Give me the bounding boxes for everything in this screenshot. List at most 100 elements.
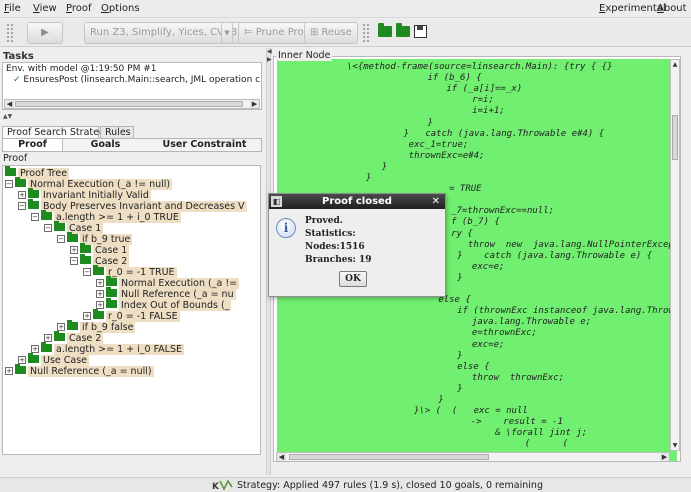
scroll-left-icon[interactable]: ◀ [5,100,14,108]
expand-icon[interactable]: + [70,246,78,254]
folder-icon [15,177,26,187]
menu-view[interactable]: View [33,3,57,14]
tree-node[interactable]: + Null Reference (_a = nu [96,287,236,300]
key-logo-icon: K [212,479,233,491]
code-line: if (thrownExc instanceof java.lang.Throw… [430,306,681,317]
code-hscrollbar[interactable]: ◀ ▶ [276,452,670,461]
tab-user-constraint[interactable]: User Constraint [148,139,261,151]
tree-node[interactable]: + Case 1 [70,243,130,256]
expand-icon[interactable]: + [96,301,104,309]
code-line: } [430,350,463,361]
expand-icon[interactable]: + [18,356,26,364]
scroll-right-icon[interactable]: ▶ [660,453,669,461]
collapse-right-icon[interactable]: ▶ [267,56,272,63]
tree-node[interactable]: + r_0 = -1 FALSE [83,309,180,322]
start-button[interactable]: ▶ [27,22,63,44]
tree-node-label: Normal Execution (_a != [119,278,240,289]
collapse-icon[interactable]: − [31,213,39,221]
collapse-icon[interactable]: − [5,180,13,188]
scroll-right-icon[interactable]: ▶ [250,100,259,108]
expand-icon[interactable]: + [5,367,13,375]
scroll-thumb[interactable] [672,115,678,160]
collapse-icon[interactable]: − [83,268,91,276]
scroll-up-icon[interactable]: ▲ [671,60,679,69]
expand-icon[interactable]: + [18,191,26,199]
task-env[interactable]: Env. with model @1:19:50 PM #1 [6,64,156,74]
folder-icon [41,210,52,220]
tree-node[interactable]: + Index Out of Bounds (_ [96,298,232,311]
reuse-button[interactable]: ⊞ Reuse [304,22,358,44]
toolbar-grip[interactable] [6,23,14,43]
collapse-icon[interactable]: − [57,235,65,243]
code-line: ( ( [438,439,569,450]
tree-node-label: if b_9 false [80,322,136,333]
tree-node[interactable]: − r_0 = -1 TRUE [83,265,177,278]
tab-goals[interactable]: Goals [63,139,148,151]
tree-node[interactable]: − if b_9 true [57,232,133,245]
split-arrows-icon[interactable]: ▲▼ [3,113,12,120]
menu-experimental[interactable]: Experimental [599,3,666,14]
provers-dropdown-button[interactable]: ▼ [221,22,233,44]
expand-icon[interactable]: + [96,290,104,298]
code-line: if (_a[i]==_x) [403,84,523,95]
reuse-icon: ⊞ [310,27,319,38]
menu-proof[interactable]: Proof [66,3,92,14]
tab-rules[interactable]: Rules [100,126,134,138]
scroll-left-icon[interactable]: ◀ [277,453,286,461]
toolbar-grip-2[interactable] [362,23,370,43]
tree-node[interactable]: + Null Reference (_a = null) [5,364,154,377]
tree-node[interactable]: + a.length >= 1 + i_0 FALSE [31,342,184,355]
expand-icon[interactable]: + [83,312,91,320]
folder-icon [41,342,52,352]
tab-proof[interactable]: Proof [3,139,63,151]
dialog-proved: Proved. [305,216,343,226]
open-recent-folder-icon[interactable] [396,23,410,37]
dropdown-icon: ▼ [224,29,230,37]
collapse-icon[interactable]: − [44,224,52,232]
code-vscrollbar[interactable]: ▲ ▼ [670,59,680,451]
dialog-titlebar[interactable]: Proof closed [269,194,445,209]
code-line: } [395,117,433,128]
menu-options[interactable]: Options [101,3,140,14]
menu-file[interactable]: File [4,3,21,14]
code-line: } [422,395,444,405]
tree-node[interactable]: + if b_9 false [57,320,136,333]
expand-icon[interactable]: + [31,345,39,353]
tasks-hscrollbar[interactable]: ◀ ▶ [4,99,260,109]
ok-button[interactable]: OK [339,271,367,287]
code-line: i=i+1; [418,106,505,117]
tree-node[interactable]: − Body Preserves Invariant and Decreases … [18,199,247,212]
expand-icon[interactable]: + [44,334,52,342]
reuse-label: Reuse [321,27,352,38]
tab-proof-search-strategy[interactable]: Proof Search Strategy [2,126,111,138]
tree-node[interactable]: − Case 1 [44,221,104,234]
tasks-title: Tasks [3,51,34,62]
code-line: } catch (java.lang.Throwable e#4) { [382,128,605,139]
menu-about[interactable]: About [657,3,687,14]
tree-node[interactable]: + Case 2 [44,331,104,344]
dialog-statistics: Statistics: [305,229,356,239]
tree-node[interactable]: + Normal Execution (_a != [96,276,240,289]
scroll-thumb[interactable] [289,454,489,460]
collapse-icon[interactable]: − [18,202,26,210]
window-menu-icon[interactable]: ◧ [271,196,282,207]
expand-icon[interactable]: + [57,323,65,331]
tree-node[interactable]: + Invariant Initially Valid [18,188,151,201]
scroll-thumb[interactable] [15,101,243,107]
tree-node[interactable]: + Use Case [18,353,90,366]
tree-node-label: Case 1 [93,245,130,256]
open-folder-icon[interactable] [378,23,392,37]
folder-icon [54,331,65,341]
tree-node[interactable]: − Case 2 [70,254,130,267]
proof-subtabs: Proof Goals User Constraint [2,138,262,152]
run-provers-button[interactable]: Run Z3, Simplify, Yices, CVC3 [84,22,244,44]
task-item[interactable]: ✓ EnsuresPost (linsearch.Main::search, J… [13,75,260,85]
code-line: r=i; [418,95,494,106]
collapse-left-icon[interactable]: ◀ [267,48,272,55]
close-icon[interactable]: ✕ [432,194,440,209]
collapse-icon[interactable]: − [70,257,78,265]
scroll-down-icon[interactable]: ▼ [671,441,679,450]
tree-node-label: a.length >= 1 + i_0 TRUE [54,212,181,223]
save-icon[interactable] [414,25,427,38]
expand-icon[interactable]: + [96,279,104,287]
